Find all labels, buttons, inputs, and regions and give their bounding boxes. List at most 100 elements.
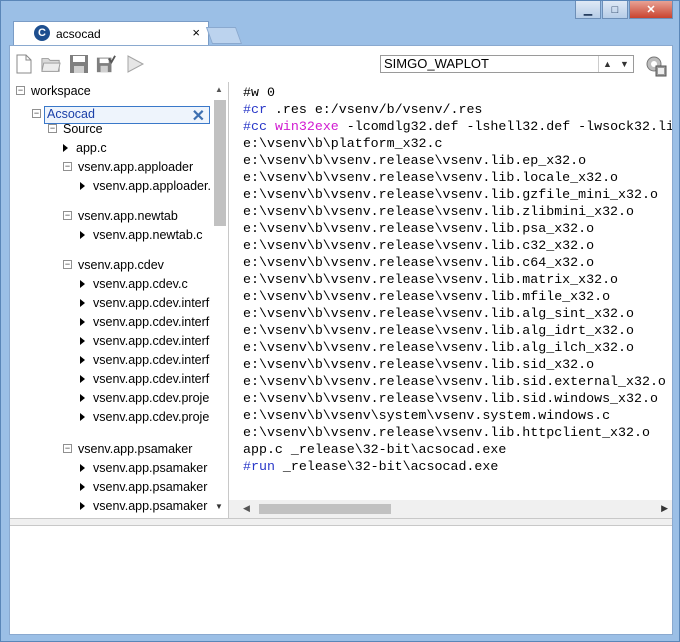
collapse-icon[interactable]: − <box>32 109 41 119</box>
expand-arrow-icon[interactable] <box>80 181 85 190</box>
pane-splitter[interactable] <box>10 518 672 526</box>
combo-spin[interactable]: ▲ ▼ <box>598 56 633 72</box>
save-icon[interactable] <box>69 54 89 74</box>
tree-folder-item[interactable]: − vsenv.app.apploader <box>63 158 193 177</box>
code-line[interactable]: e:\vsenv\b\vsenv.release\vsenv.lib.alg_i… <box>243 322 672 339</box>
tree-file-item[interactable]: vsenv.app.cdev.interf <box>80 370 209 389</box>
expand-arrow-icon[interactable] <box>80 501 85 510</box>
tab-acsocad[interactable]: C acsocad × <box>13 21 209 45</box>
collapse-icon[interactable]: − <box>63 444 72 454</box>
tree-folder-item[interactable]: − vsenv.app.cdev <box>63 256 164 275</box>
code-line[interactable]: #cc win32exe -lcomdlg32.def -lshell32.de… <box>243 118 672 135</box>
code-line[interactable]: e:\vsenv\b\vsenv.release\vsenv.lib.mfile… <box>243 288 672 305</box>
output-pane[interactable] <box>10 526 672 634</box>
tree-file-item[interactable]: vsenv.app.cdev.interf <box>80 313 209 332</box>
expand-arrow-icon[interactable] <box>80 393 85 402</box>
code-line[interactable]: e:\vsenv\b\vsenv.release\vsenv.lib.sid.e… <box>243 373 672 390</box>
scroll-thumb[interactable] <box>259 504 391 514</box>
scroll-right-icon[interactable]: ▶ <box>661 503 668 514</box>
code-line[interactable]: e:\vsenv\b\vsenv.release\vsenv.lib.psa_x… <box>243 220 672 237</box>
code-line[interactable]: e:\vsenv\b\vsenv.release\vsenv.lib.sid.w… <box>243 390 672 407</box>
tree-file-item[interactable]: vsenv.app.cdev.interf <box>80 351 209 370</box>
expand-arrow-icon[interactable] <box>80 355 85 364</box>
collapse-icon[interactable]: − <box>16 86 25 96</box>
tree-file-item[interactable]: app.c <box>63 139 107 158</box>
code-line[interactable]: e:\vsenv\b\vsenv.release\vsenv.lib.c64_x… <box>243 254 672 271</box>
expand-arrow-icon[interactable] <box>80 336 85 345</box>
tree-vertical-scrollbar[interactable]: ▲ ▼ <box>213 82 227 518</box>
expand-arrow-icon[interactable] <box>63 143 68 152</box>
build-icon[interactable] <box>644 54 668 78</box>
app-window: ▁ □ ✕ C acsocad × SIMGO_WAPLOT ▲ ▼ − wor… <box>0 0 680 642</box>
code-line[interactable]: e:\vsenv\b\vsenv.release\vsenv.lib.alg_i… <box>243 339 672 356</box>
tree-file-item[interactable]: vsenv.app.psamaker <box>80 497 207 516</box>
code-line[interactable]: e:\vsenv\b\vsenv.release\vsenv.lib.sid_x… <box>243 356 672 373</box>
code-text[interactable]: #w 0 #cr .res e:/vsenv/b/vsenv/.res #cc wi… <box>243 84 672 475</box>
code-line[interactable]: e:\vsenv\b\vsenv.release\vsenv.lib.alg_s… <box>243 305 672 322</box>
open-folder-icon[interactable] <box>41 54 61 74</box>
collapse-icon[interactable]: − <box>63 260 72 270</box>
expand-arrow-icon[interactable] <box>80 374 85 383</box>
new-file-icon[interactable] <box>14 54 34 74</box>
close-window-button[interactable]: ✕ <box>629 1 673 19</box>
run-icon[interactable] <box>125 54 145 74</box>
expand-arrow-icon[interactable] <box>80 279 85 288</box>
collapse-icon[interactable]: − <box>48 124 57 134</box>
maximize-button[interactable]: □ <box>602 1 628 19</box>
tree-label: vsenv.app.cdev.interf <box>93 334 210 348</box>
code-line[interactable]: #run _release\32-bit\acsocad.exe <box>243 458 672 475</box>
tree-file-item[interactable]: vsenv.app.apploader. <box>80 177 211 196</box>
tab-close-icon[interactable]: × <box>192 25 200 40</box>
expand-arrow-icon[interactable] <box>80 412 85 421</box>
tree-folder-item[interactable]: − Source <box>48 120 103 139</box>
collapse-icon[interactable]: − <box>63 162 72 172</box>
code-line[interactable]: e:\vsenv\b\vsenv.release\vsenv.lib.httpc… <box>243 424 672 441</box>
expand-arrow-icon[interactable] <box>80 482 85 491</box>
tree-folder-item[interactable]: − vsenv.app.newtab <box>63 207 178 226</box>
chevron-up-icon[interactable]: ▲ <box>599 56 616 72</box>
editor-horizontal-scrollbar[interactable]: ◀ ▶ <box>229 500 672 518</box>
code-line[interactable]: e:\vsenv\b\vsenv.release\vsenv.lib.zlibm… <box>243 203 672 220</box>
code-token: e:\vsenv\b\vsenv.release\vsenv.lib.sid_x… <box>243 357 595 372</box>
tree-file-item[interactable]: vsenv.app.cdev.proje <box>80 389 209 408</box>
scroll-down-icon[interactable]: ▼ <box>215 502 223 511</box>
tree-file-item[interactable]: vsenv.app.cdev.proje <box>80 408 209 427</box>
build-target-select[interactable]: SIMGO_WAPLOT ▲ ▼ <box>380 55 634 73</box>
code-line[interactable]: e:\vsenv\b\vsenv\system\vsenv.system.win… <box>243 407 672 424</box>
tree-file-item[interactable]: vsenv.app.cdev.interf <box>80 332 209 351</box>
tree-file-item[interactable]: vsenv.app.newtab.c <box>80 226 203 245</box>
code-line[interactable]: e:\vsenv\b\platform_x32.c <box>243 135 672 152</box>
code-line[interactable]: e:\vsenv\b\vsenv.release\vsenv.lib.gzfil… <box>243 186 672 203</box>
code-line[interactable]: #cr .res e:/vsenv/b/vsenv/.res <box>243 101 672 118</box>
code-line[interactable]: e:\vsenv\b\vsenv.release\vsenv.lib.c32_x… <box>243 237 672 254</box>
expand-arrow-icon[interactable] <box>80 230 85 239</box>
tree-file-item[interactable]: vsenv.app.psamaker <box>80 478 207 497</box>
minimize-button[interactable]: ▁ <box>575 1 601 19</box>
code-line[interactable]: e:\vsenv\b\vsenv.release\vsenv.lib.local… <box>243 169 672 186</box>
expand-arrow-icon[interactable] <box>80 298 85 307</box>
save-all-icon[interactable] <box>96 54 116 74</box>
expand-arrow-icon[interactable] <box>80 463 85 472</box>
scroll-up-icon[interactable]: ▲ <box>215 85 223 94</box>
tree-label: vsenv.app.newtab.c <box>93 228 203 242</box>
collapse-icon[interactable]: − <box>63 211 72 221</box>
code-token: e:\vsenv\b\vsenv.release\vsenv.lib.gzfil… <box>243 187 658 202</box>
code-token: e:\vsenv\b\vsenv.release\vsenv.lib.psa_x… <box>243 221 595 236</box>
scroll-left-icon[interactable]: ◀ <box>243 503 250 514</box>
tree-label: vsenv.app.newtab <box>78 209 178 223</box>
tree-workspace[interactable]: − workspace <box>16 82 91 101</box>
expand-arrow-icon[interactable] <box>80 317 85 326</box>
tree-file-item[interactable]: vsenv.app.cdev.c <box>80 275 188 294</box>
tree-file-item[interactable]: vsenv.app.cdev.interf <box>80 294 209 313</box>
code-editor[interactable]: #w 0 #cr .res e:/vsenv/b/vsenv/.res #cc wi… <box>229 82 672 500</box>
chevron-down-icon[interactable]: ▼ <box>616 56 633 72</box>
code-line[interactable]: e:\vsenv\b\vsenv.release\vsenv.lib.matri… <box>243 271 672 288</box>
close-project-icon[interactable]: ✕ <box>192 106 205 126</box>
code-line[interactable]: app.c _release\32-bit\acsocad.exe <box>243 441 672 458</box>
scroll-thumb[interactable] <box>214 100 226 226</box>
new-tab-button[interactable] <box>205 27 243 44</box>
code-line[interactable]: e:\vsenv\b\vsenv.release\vsenv.lib.ep_x3… <box>243 152 672 169</box>
tree-folder-item[interactable]: − vsenv.app.psamaker <box>63 440 192 459</box>
code-line[interactable]: #w 0 <box>243 84 672 101</box>
tree-file-item[interactable]: vsenv.app.psamaker <box>80 459 207 478</box>
